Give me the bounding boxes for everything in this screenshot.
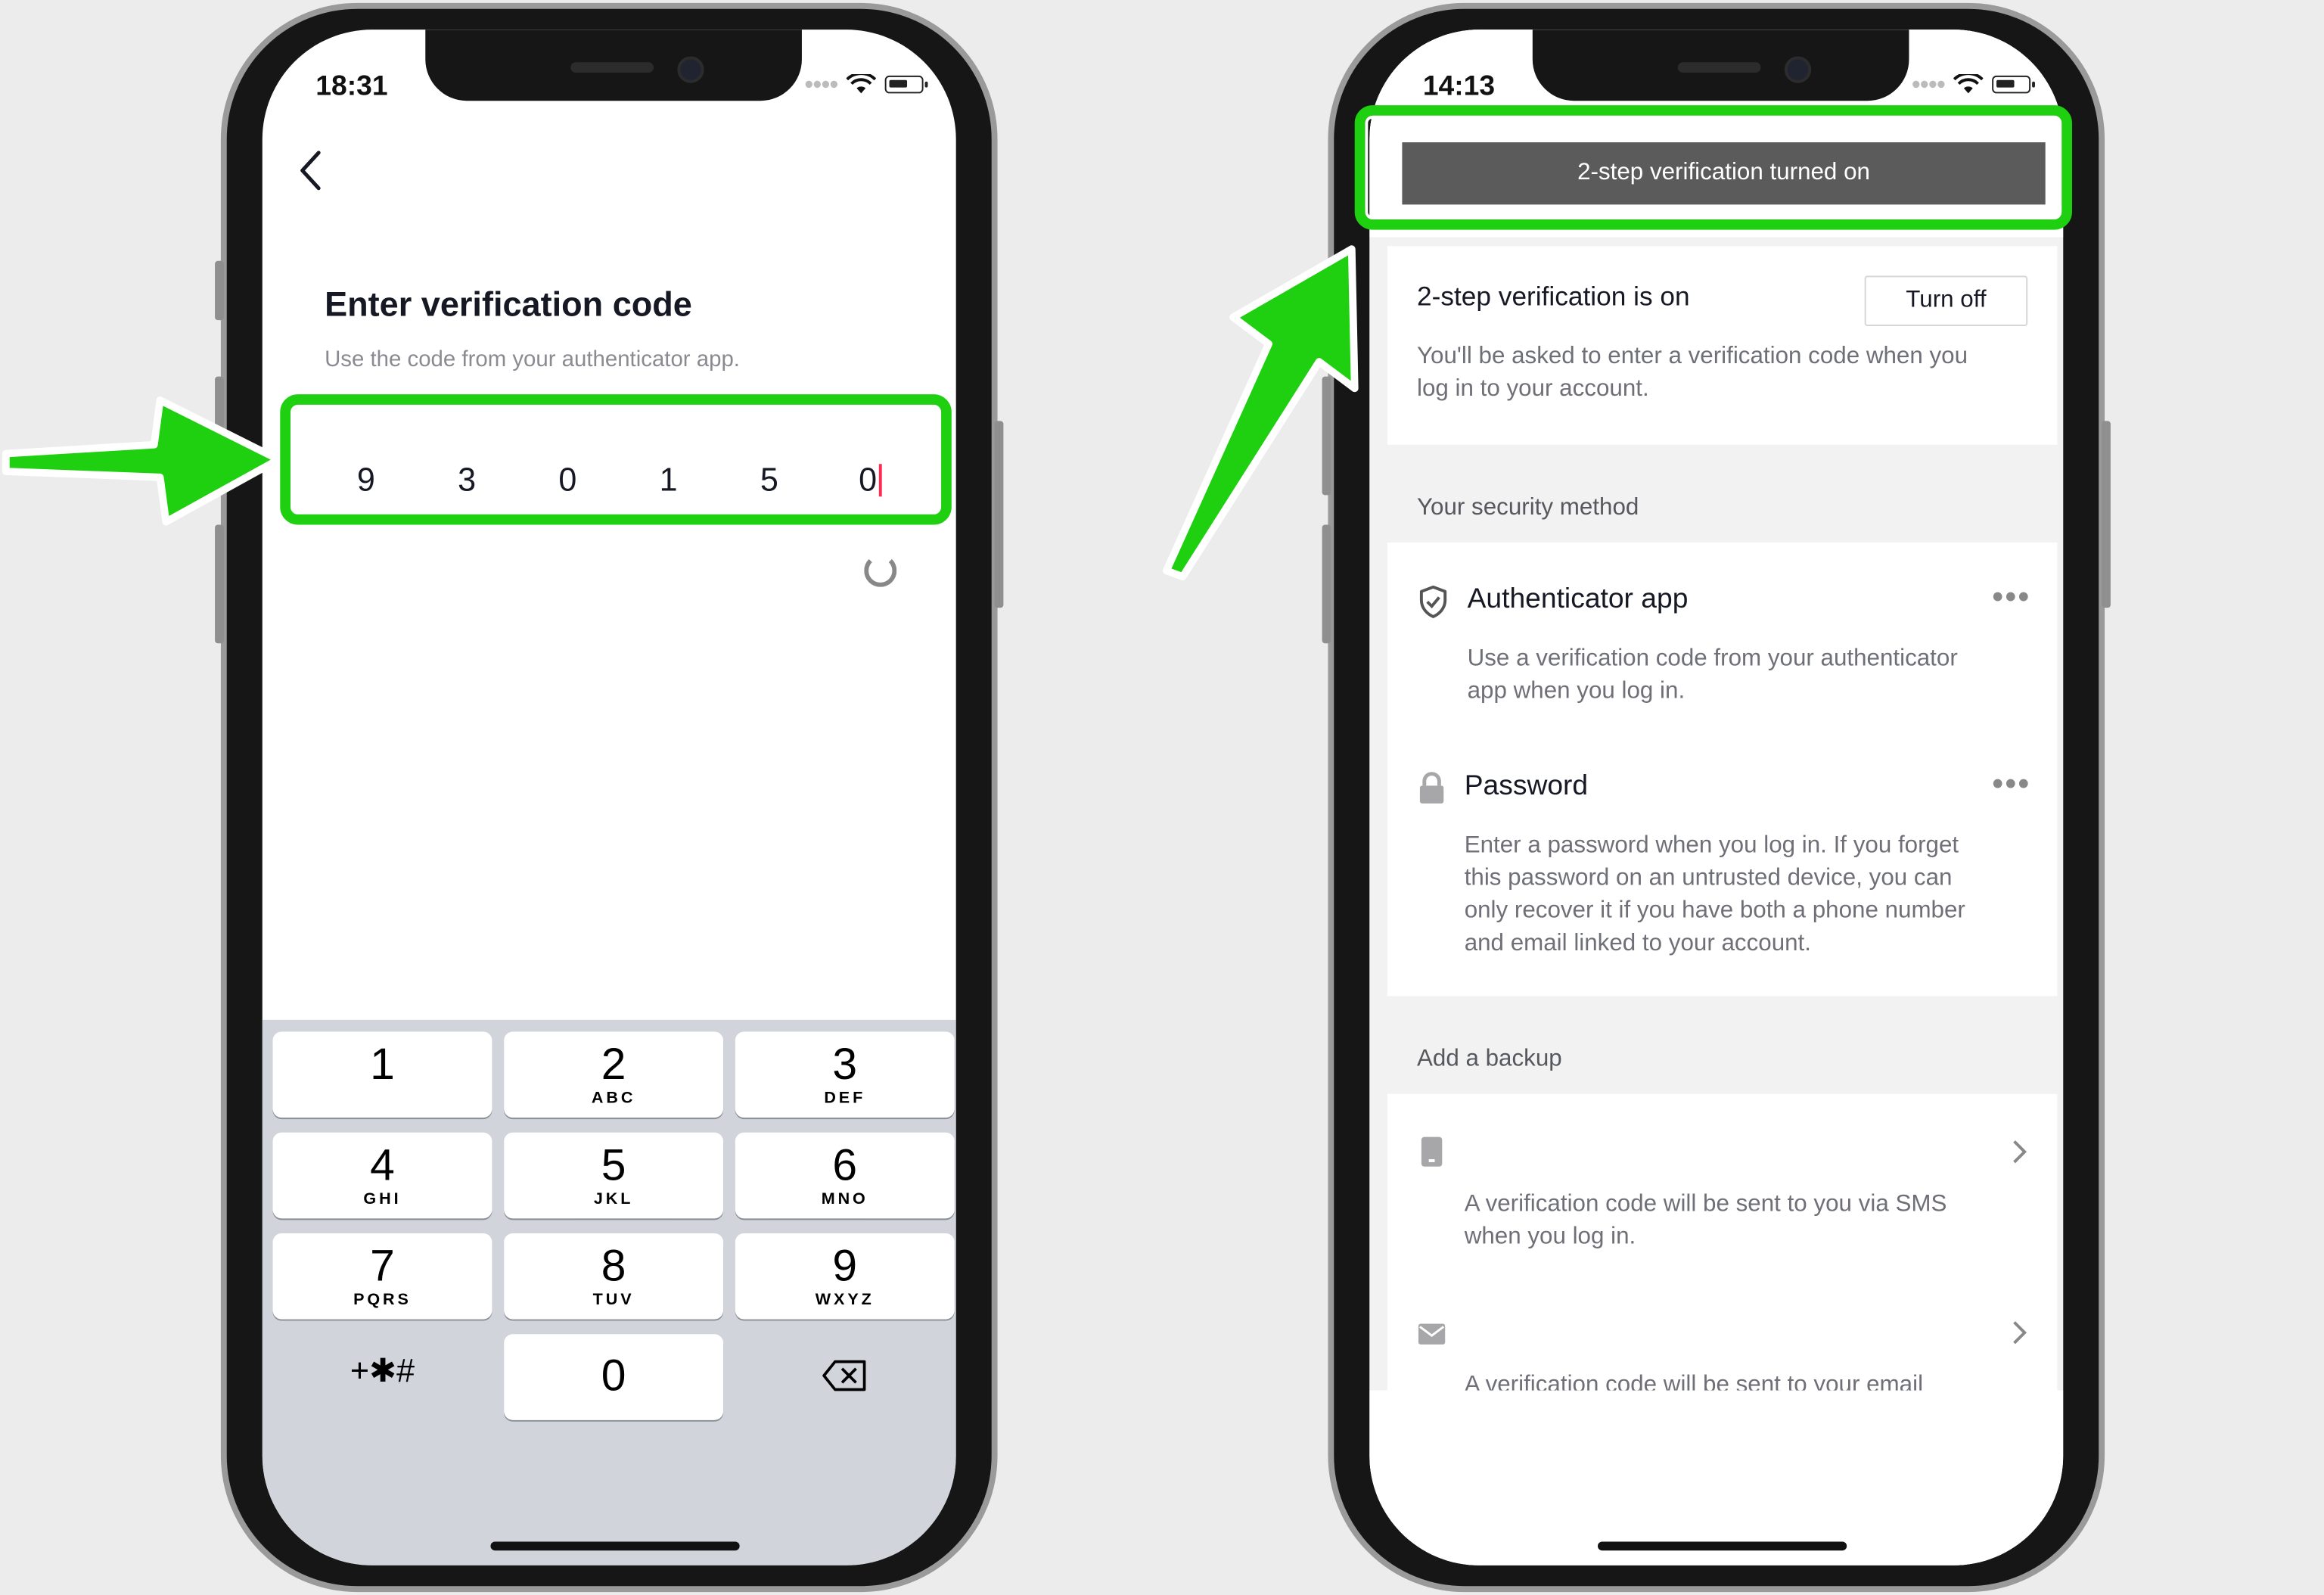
password-desc-line4: and email linked to your account.: [1464, 931, 1811, 956]
numeric-keypad: 1 2 ABC 3 DEF 4 GHI 5 JKL 6 MNO 7 PQRS 8 TUV 9W…: [262, 1019, 956, 1565]
wifi-icon: [1953, 73, 1984, 94]
status-icons: ●●●●: [1911, 73, 2035, 95]
battery-icon: [1992, 75, 2035, 94]
lock-icon: [1419, 772, 1444, 804]
signal-icon: ●●●●: [803, 75, 839, 94]
bottom-area: [1369, 1390, 2064, 1565]
key-number: 2: [601, 1040, 626, 1090]
email-icon: [1418, 1323, 1446, 1345]
home-indicator: [1598, 1541, 1847, 1551]
speaker: [1677, 62, 1761, 73]
key-letters: PQRS: [353, 1291, 412, 1309]
status-description-line1: You'll be asked to enter a verification …: [1416, 344, 1968, 369]
key-letters: TUV: [592, 1291, 635, 1309]
key-symbols[interactable]: +✱#: [272, 1334, 492, 1420]
wifi-icon: [846, 73, 876, 94]
status-description-line2: log in to your account.: [1416, 376, 1649, 402]
signal-icon: ●●●●: [1911, 75, 1946, 94]
sms-chevron-right-icon[interactable]: [2010, 1139, 2028, 1165]
sms-desc-line1: A verification code will be sent to you …: [1464, 1192, 1947, 1217]
volume-up-button: [1322, 376, 1331, 496]
key-letters: GHI: [363, 1190, 402, 1208]
authenticator-title: Authenticator app: [1467, 583, 1689, 616]
status-time: 18:31: [315, 71, 388, 103]
key-7[interactable]: 7 PQRS: [272, 1233, 492, 1320]
key-number: 6: [832, 1141, 858, 1191]
key-number: 5: [601, 1141, 626, 1191]
mute-switch: [1322, 260, 1331, 321]
key-2[interactable]: 2 ABC: [504, 1031, 724, 1118]
password-more-icon[interactable]: •••: [1992, 765, 2030, 804]
key-letters: JKL: [593, 1190, 634, 1208]
authenticator-desc-line1: Use a verification code from your authen…: [1467, 646, 1958, 672]
email-chevron-right-icon[interactable]: [2010, 1320, 2028, 1346]
camera: [1784, 56, 1812, 83]
section-label-add-backup: Add a backup: [1416, 1046, 1562, 1072]
password-desc-line1: Enter a password when you log in. If you…: [1464, 833, 1959, 859]
password-title: Password: [1464, 770, 1589, 802]
key-number: +✱#: [350, 1351, 415, 1389]
shield-check-icon: [1419, 585, 1447, 618]
phone-icon: [1421, 1136, 1443, 1167]
volume-up-button: [215, 376, 224, 496]
battery-icon: [884, 75, 928, 94]
left-screen: 18:31 ●●●● Enter verification code Use t…: [262, 30, 956, 1565]
key-number: 9: [832, 1242, 858, 1292]
authenticator-more-icon[interactable]: •••: [1992, 578, 2030, 617]
password-desc-line2: this password on an untrusted device, yo…: [1464, 866, 1953, 891]
notch: [1532, 30, 1909, 101]
mute-switch: [215, 260, 224, 321]
key-5[interactable]: 5 JKL: [504, 1132, 724, 1219]
volume-down-button: [215, 524, 224, 644]
status-icons: ●●●●: [803, 73, 928, 95]
right-phone: 14:13 ●●●● 2-step verification turned on…: [1322, 2, 2111, 1593]
notch: [425, 30, 802, 101]
key-4[interactable]: 4 GHI: [272, 1132, 492, 1219]
code-highlight-box: [280, 394, 952, 525]
key-letters: DEF: [824, 1089, 866, 1108]
key-number: 8: [601, 1242, 626, 1292]
key-number: 1: [370, 1040, 395, 1090]
password-desc-line3: only recover it if you have both a phone…: [1464, 898, 1965, 924]
page-title: Enter verification code: [325, 284, 692, 324]
key-6[interactable]: 6 MNO: [735, 1132, 955, 1219]
key-number: 3: [832, 1040, 858, 1090]
key-letters: WXYZ: [815, 1291, 875, 1309]
loading-spinner-icon: [864, 554, 897, 587]
authenticator-desc-line2: app when you log in.: [1467, 679, 1686, 704]
turn-off-button[interactable]: Turn off: [1864, 275, 2028, 327]
key-letters: MNO: [821, 1190, 868, 1208]
canvas: 18:31 ●●●● Enter verification code Use t…: [0, 0, 2324, 1595]
key-letters: ABC: [591, 1089, 636, 1108]
left-phone: 18:31 ●●●● Enter verification code Use t…: [215, 2, 1004, 1593]
speaker: [570, 62, 654, 73]
right-screen: 14:13 ●●●● 2-step verification turned on…: [1369, 30, 2064, 1565]
page-subtitle: Use the code from your authenticator app…: [325, 347, 740, 372]
key-1[interactable]: 1: [272, 1031, 492, 1118]
key-0[interactable]: 0: [504, 1334, 724, 1420]
key-number: 0: [601, 1351, 626, 1401]
status-heading: 2-step verification is on: [1416, 281, 1690, 312]
volume-down-button: [1322, 524, 1331, 644]
key-number: 7: [370, 1242, 395, 1292]
back-chevron-icon[interactable]: [295, 148, 328, 193]
power-button: [2102, 421, 2111, 608]
key-number: 4: [370, 1141, 395, 1191]
status-time: 14:13: [1422, 71, 1496, 103]
section-label-security-method: Your security method: [1416, 495, 1639, 521]
key-3[interactable]: 3 DEF: [735, 1031, 955, 1118]
power-button: [994, 421, 1004, 608]
key-9[interactable]: 9 WXYZ: [735, 1233, 955, 1320]
home-indicator: [490, 1541, 740, 1551]
sms-desc-line2: when you log in.: [1464, 1224, 1636, 1250]
backspace-icon: [822, 1360, 866, 1391]
key-8[interactable]: 8 TUV: [504, 1233, 724, 1320]
camera: [677, 56, 704, 83]
key-delete[interactable]: [735, 1334, 955, 1420]
toast-highlight-box: [1354, 105, 2072, 230]
